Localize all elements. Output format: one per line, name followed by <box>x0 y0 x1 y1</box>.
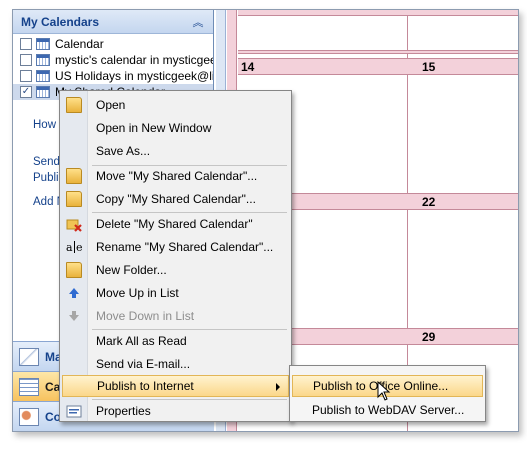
calendar-item-label: mystic's calendar in mysticgeek <box>55 53 213 67</box>
calendar-icon <box>36 38 50 50</box>
menu-item-label: Move "My Shared Calendar"... <box>96 169 258 183</box>
day-number-14[interactable]: 14 <box>241 60 254 74</box>
menu-item-delete[interactable]: Delete "My Shared Calendar" <box>62 213 289 235</box>
calendar-item-us-holidays[interactable]: US Holidays in mysticgeek@liv <box>13 68 213 84</box>
mail-icon <box>19 347 39 366</box>
move-folder-icon <box>66 168 82 184</box>
menu-item-label: Delete "My Shared Calendar" <box>96 217 253 231</box>
svg-text:a: a <box>66 241 73 254</box>
calendar-item-label: Calendar <box>55 37 104 51</box>
menu-item-label: Properties <box>96 404 151 418</box>
collapse-chevron-icon[interactable]: ︽ <box>191 14 205 30</box>
calendar-item-calendar[interactable]: Calendar <box>13 36 213 52</box>
calendar-context-menu: Open Open in New Window Save As... Move … <box>59 90 292 422</box>
week-header-band <box>238 50 518 54</box>
calendar-checkbox-checked[interactable]: ✓ <box>20 86 32 98</box>
menu-item-send-via-email[interactable]: Send via E-mail... <box>62 353 289 375</box>
menu-item-move-up[interactable]: Move Up in List <box>62 282 289 304</box>
svg-text:e: e <box>76 241 82 254</box>
menu-item-label: Move Up in List <box>96 286 179 300</box>
menu-item-publish-to-internet[interactable]: Publish to Internet <box>62 375 289 397</box>
menu-item-label: New Folder... <box>96 263 167 277</box>
calendar-checkbox[interactable] <box>20 38 32 50</box>
calendar-icon <box>19 377 39 396</box>
menu-item-copy[interactable]: Copy "My Shared Calendar"... <box>62 188 289 210</box>
menu-item-rename[interactable]: ae Rename "My Shared Calendar"... <box>62 236 289 258</box>
menu-item-label: Copy "My Shared Calendar"... <box>96 192 256 206</box>
delete-folder-icon <box>66 216 82 232</box>
arrow-up-icon <box>66 285 82 301</box>
menu-item-move-down[interactable]: Move Down in List <box>62 305 289 327</box>
menu-item-label: Open in New Window <box>96 121 212 135</box>
submenu-item-publish-webdav[interactable]: Publish to WebDAV Server... <box>292 399 483 421</box>
rename-icon: ae <box>66 239 83 255</box>
open-folder-icon <box>66 97 82 113</box>
menu-item-new-folder[interactable]: New Folder... <box>62 259 289 281</box>
arrow-down-icon <box>66 308 82 324</box>
calendar-item-mystics-calendar[interactable]: mystic's calendar in mysticgeek <box>13 52 213 68</box>
menu-item-open-new-window[interactable]: Open in New Window <box>62 117 289 139</box>
submenu-item-label: Publish to WebDAV Server... <box>312 403 465 417</box>
calendar-checkbox[interactable] <box>20 54 32 66</box>
menu-item-label: Open <box>96 98 126 112</box>
menu-item-open[interactable]: Open <box>62 94 289 116</box>
menu-item-save-as[interactable]: Save As... <box>62 140 289 162</box>
menu-item-label: Mark All as Read <box>96 334 187 348</box>
day-number-22[interactable]: 22 <box>422 195 435 209</box>
menu-item-properties[interactable]: Properties <box>62 400 289 422</box>
properties-icon <box>66 403 82 419</box>
new-folder-icon <box>66 262 82 278</box>
menu-item-label: Move Down in List <box>96 309 195 323</box>
menu-item-mark-all-read[interactable]: Mark All as Read <box>62 330 289 352</box>
week-header-top <box>238 10 518 16</box>
calendar-item-label: US Holidays in mysticgeek@liv <box>55 69 213 83</box>
menu-item-label: Send via E-mail... <box>96 357 191 371</box>
calendar-checkbox[interactable] <box>20 70 32 82</box>
day-number-29[interactable]: 29 <box>422 330 435 344</box>
calendar-icon <box>36 86 50 98</box>
menu-item-label: Rename "My Shared Calendar"... <box>96 240 274 254</box>
calendar-icon <box>36 70 50 82</box>
calendar-icon <box>36 54 50 66</box>
week-header-14: 14 15 <box>238 58 518 75</box>
contacts-icon <box>19 407 39 426</box>
day-number-15[interactable]: 15 <box>422 60 435 74</box>
menu-item-label: Save As... <box>96 144 151 158</box>
my-calendars-title: My Calendars <box>21 14 100 29</box>
copy-folder-icon <box>66 191 82 207</box>
menu-item-label: Publish to Internet <box>97 379 194 393</box>
mouse-pointer-icon <box>377 381 391 401</box>
menu-item-move[interactable]: Move "My Shared Calendar"... <box>62 165 289 187</box>
submenu-arrow-icon <box>276 383 280 391</box>
my-calendars-header[interactable]: My Calendars ︽ <box>13 10 213 34</box>
